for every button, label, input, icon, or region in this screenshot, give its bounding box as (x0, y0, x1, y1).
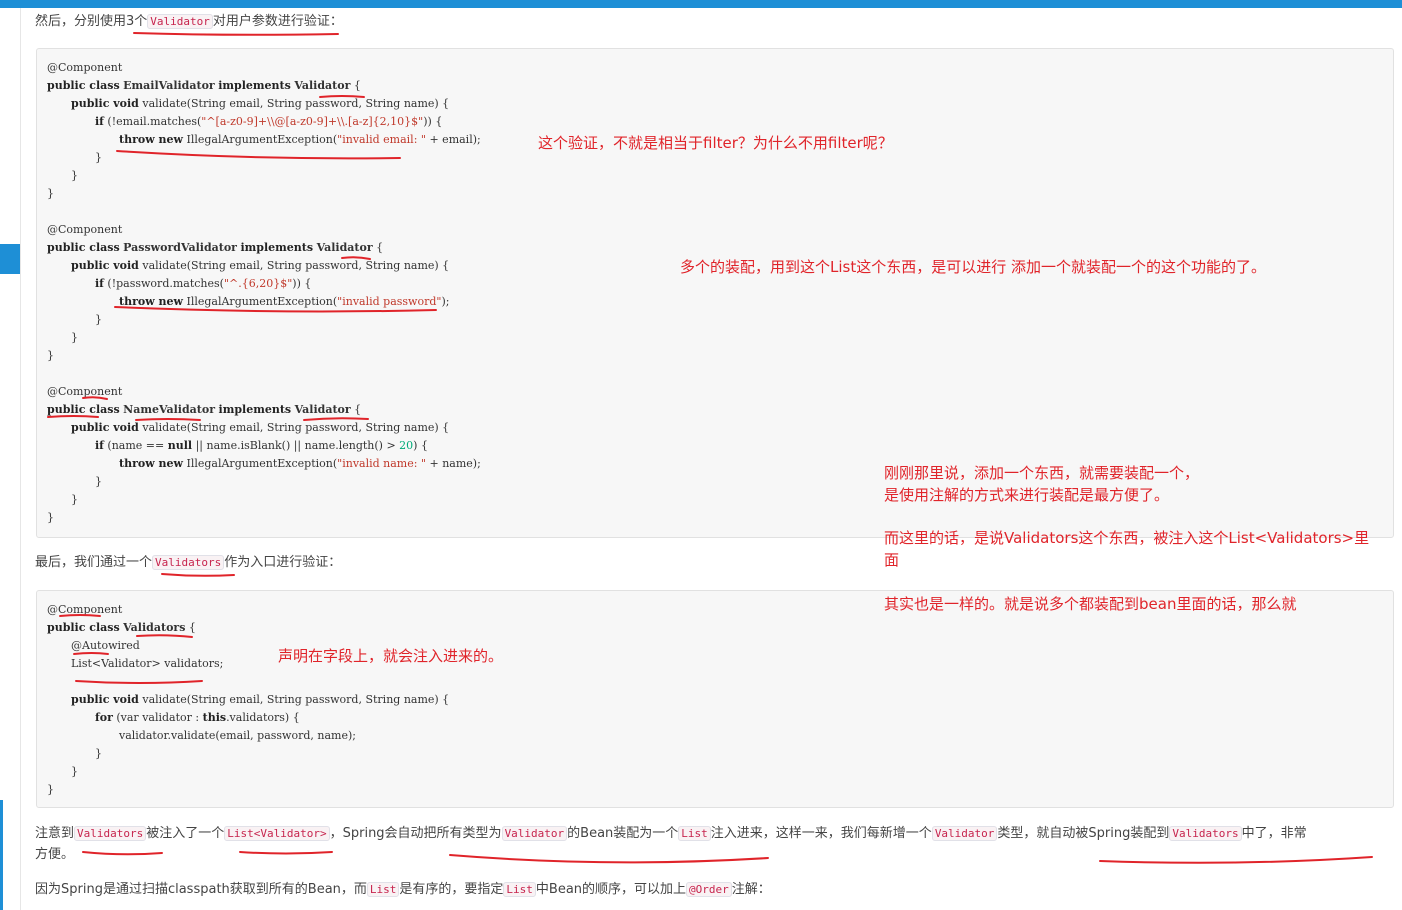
annotation-validators-cont: 面 (884, 551, 900, 569)
code-line: } (47, 187, 54, 200)
order-paragraph: 因为Spring是通过扫描classpath获取到所有的Bean，而 List 是有… (35, 882, 771, 897)
code-line: for (var validator : this.validators) { (95, 711, 300, 724)
annotation-field: 声明在字段上，就会注入进来的。 (278, 647, 504, 665)
code-line: public void validate(String email, Strin… (71, 421, 450, 434)
annotation-filter: 这个验证，不就是相当于filter？为什么不用filter呢？ (538, 134, 893, 152)
code-line: if (!password.matches("^.{6,20}$")) { (95, 277, 312, 290)
explanation-paragraph-cont: 方便。 (35, 847, 75, 862)
entry-paragraph: 最后，我们通过一个 Validators 作为入口进行验证： (35, 553, 341, 573)
code-line: } (71, 169, 78, 182)
inline-code: Validators (152, 555, 225, 570)
underline (133, 32, 339, 36)
code-line: @Autowired (71, 639, 140, 652)
code-line: } (95, 475, 102, 488)
code-line: public class NameValidator implements Va… (47, 403, 362, 416)
code-line: public class Validators { (47, 621, 196, 634)
text: 对用户参数进行验证： (212, 14, 343, 29)
annotation-list: 多个的装配，用到这个List这个东西，是可以进行 添加一个就装配一个的这个功能的… (680, 258, 1266, 276)
underline (449, 854, 769, 864)
text: 最后，我们通过一个 (35, 555, 153, 570)
text: 作为入口进行验证： (224, 555, 342, 570)
underline (239, 851, 333, 855)
code-line: throw new IllegalArgumentException("inva… (119, 133, 481, 146)
code-line: } (95, 151, 102, 164)
code-line: public void validate(String email, Strin… (71, 259, 450, 272)
code-line: @Component (47, 385, 123, 398)
code-line: throw new IllegalArgumentException("inva… (119, 295, 450, 308)
code-line: if (!email.matches("^[a-z0-9]+\\@[a-z0-9… (95, 115, 443, 128)
code-line: } (47, 349, 54, 362)
code-line: List<Validator> validators; (71, 657, 224, 670)
code-line: } (71, 493, 78, 506)
top-accent-bar (0, 0, 1402, 8)
annotation-same: 其实也是一样的。就是说多个都装配到bean里面的话，那么就 (884, 595, 1297, 613)
code-line: public void validate(String email, Strin… (71, 97, 450, 110)
code-line: validator.validate(email, password, name… (119, 729, 356, 742)
annotation-add-cont: 是使用注解的方式来进行装配是最方便了。 (884, 486, 1170, 504)
code-line: public void validate(String email, Strin… (71, 693, 450, 706)
code-line: } (47, 783, 54, 796)
code-line: } (95, 313, 102, 326)
underline (1099, 856, 1373, 864)
explanation-paragraph: 注意到 Validators 被注入了一个 List<Validator> ，Sprin… (35, 826, 1307, 841)
left-divider (20, 8, 21, 910)
annotation-validators: 而这里的话，是说Validators这个东西，被注入这个List<Validat… (884, 529, 1370, 547)
code-line: if (name == null || name.isBlank() || na… (95, 439, 428, 452)
intro-paragraph: 然后，分别使用3个 Validator 对用户参数进行验证： (35, 12, 343, 32)
underline (82, 851, 163, 856)
code-line: } (47, 511, 54, 524)
code-line: @Component (47, 603, 123, 616)
code-line: } (71, 765, 78, 778)
code-line: public class EmailValidator implements V… (47, 79, 361, 92)
side-tab[interactable] (0, 244, 20, 274)
code-line: @Component (47, 61, 123, 74)
text: 然后，分别使用3个 (35, 14, 148, 29)
side-marker (0, 800, 3, 910)
annotation-add: 刚刚那里说，添加一个东西，就需要装配一个， (884, 464, 1200, 482)
code-line: } (95, 747, 102, 760)
code-line: public class PasswordValidator implement… (47, 241, 384, 254)
inline-code: Validator (147, 14, 213, 29)
underline (161, 573, 235, 577)
code-line: throw new IllegalArgumentException("inva… (119, 457, 481, 470)
code-block-entry[interactable]: @Component public class Validators { @Au… (36, 590, 1394, 808)
code-line: } (71, 331, 78, 344)
code-line: @Component (47, 223, 123, 236)
